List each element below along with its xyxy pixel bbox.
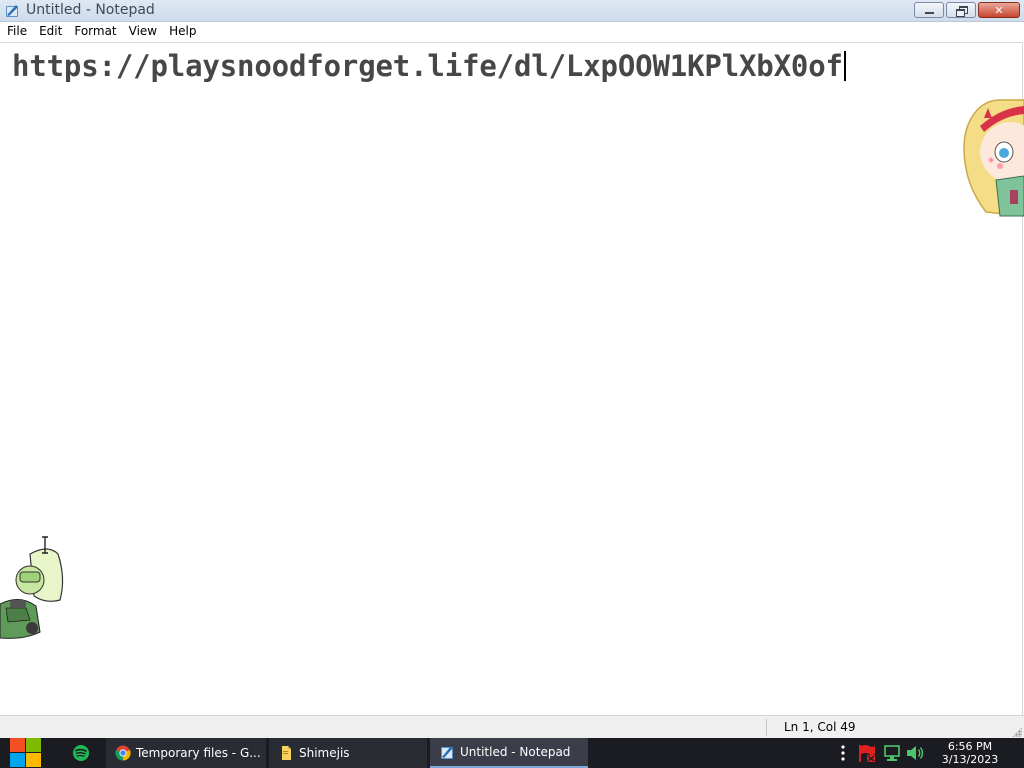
- close-button[interactable]: ✕: [978, 2, 1020, 18]
- minimize-button[interactable]: [914, 2, 944, 18]
- taskbar: Temporary files - G... Shimejis Untitled…: [0, 738, 1024, 768]
- menu-file[interactable]: File: [0, 22, 33, 41]
- menu-bar: File Edit Format View Help: [0, 22, 1024, 41]
- chrome-icon: [115, 745, 131, 761]
- peridot-shimeji[interactable]: [0, 508, 70, 648]
- resize-grip[interactable]: [1012, 727, 1022, 737]
- action-center-flag-icon[interactable]: [857, 738, 877, 768]
- taskbar-item-label: Untitled - Notepad: [460, 745, 571, 759]
- editor-text: https://playsnoodforget.life/dl/LxpOOW1K…: [12, 49, 843, 83]
- ibeam-cursor-icon: [42, 536, 48, 554]
- restore-icon: [955, 5, 968, 17]
- clock-time: 6:56 PM: [947, 740, 993, 753]
- taskbar-item-label: Shimejis: [299, 746, 350, 760]
- text-editor[interactable]: https://playsnoodforget.life/dl/LxpOOW1K…: [0, 42, 1023, 715]
- menu-help[interactable]: Help: [163, 22, 202, 41]
- network-icon[interactable]: [882, 738, 902, 768]
- notepad-window: Untitled - Notepad ✕ File Edit Format Vi…: [0, 0, 1024, 739]
- text-caret: [843, 51, 846, 81]
- restore-button[interactable]: [946, 2, 976, 18]
- status-bar: Ln 1, Col 49: [0, 715, 1024, 739]
- menu-format[interactable]: Format: [68, 22, 122, 41]
- overflow-icon[interactable]: [836, 738, 850, 768]
- window-title: Untitled - Notepad: [26, 2, 155, 18]
- notepad-icon: [441, 746, 453, 759]
- taskbar-item-shimejis[interactable]: Shimejis: [269, 738, 427, 768]
- cursor-position: Ln 1, Col 49: [784, 720, 856, 734]
- clock-date: 3/13/2023: [941, 753, 999, 766]
- taskbar-item-label: Temporary files - G...: [136, 746, 261, 760]
- folder-icon: [282, 746, 291, 760]
- system-clock[interactable]: 6:56 PM 3/13/2023: [930, 740, 1010, 766]
- start-button[interactable]: [10, 738, 44, 768]
- minimize-icon: [924, 12, 934, 14]
- status-separator: [766, 719, 767, 736]
- close-icon: ✕: [994, 3, 1004, 17]
- window-controls: ✕: [914, 2, 1020, 18]
- menu-view[interactable]: View: [123, 22, 163, 41]
- spotify-icon[interactable]: [70, 742, 92, 764]
- taskbar-item-notepad[interactable]: Untitled - Notepad: [430, 738, 588, 768]
- menu-edit[interactable]: Edit: [33, 22, 68, 41]
- taskbar-item-chrome[interactable]: Temporary files - G...: [106, 738, 266, 768]
- volume-icon[interactable]: [904, 738, 926, 768]
- star-butterfly-shimeji[interactable]: [960, 56, 1024, 226]
- title-bar[interactable]: Untitled - Notepad ✕: [0, 0, 1024, 22]
- notepad-icon: [6, 5, 18, 17]
- editor-content[interactable]: https://playsnoodforget.life/dl/LxpOOW1K…: [12, 47, 846, 85]
